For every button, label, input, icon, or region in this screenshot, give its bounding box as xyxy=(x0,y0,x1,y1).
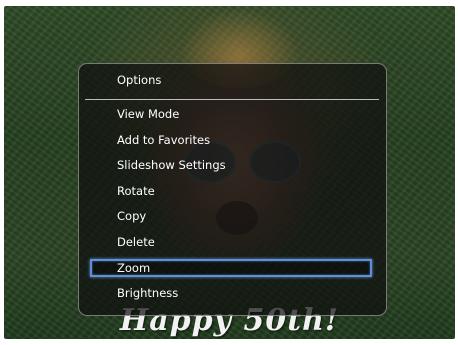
menu-item-label: Rotate xyxy=(117,183,155,198)
menu-item-zoom[interactable]: Zoom xyxy=(79,256,386,282)
menu-item-delete[interactable]: Delete xyxy=(79,230,386,256)
menu-item-label: Delete xyxy=(117,234,155,249)
menu-item-label: Copy xyxy=(117,209,147,224)
menu-item-label: Slideshow Settings xyxy=(117,158,226,173)
menu-item-add-to-favorites[interactable]: Add to Favorites xyxy=(79,128,386,154)
menu-list: View Mode Add to Favorites Slideshow Set… xyxy=(79,102,386,307)
menu-divider xyxy=(85,99,379,100)
menu-item-brightness[interactable]: Brightness xyxy=(79,281,386,307)
options-menu: Options View Mode Add to Favorites Slide… xyxy=(78,63,387,316)
menu-item-label: View Mode xyxy=(117,107,180,121)
menu-item-label: Zoom xyxy=(117,260,151,275)
menu-title: Options xyxy=(117,73,162,87)
menu-item-rotate[interactable]: Rotate xyxy=(79,179,386,205)
menu-item-view-mode[interactable]: View Mode xyxy=(79,102,386,128)
menu-item-copy[interactable]: Copy xyxy=(79,204,386,230)
menu-item-slideshow-settings[interactable]: Slideshow Settings xyxy=(79,153,386,179)
menu-item-label: Add to Favorites xyxy=(117,132,211,147)
menu-item-label: Brightness xyxy=(117,286,179,301)
